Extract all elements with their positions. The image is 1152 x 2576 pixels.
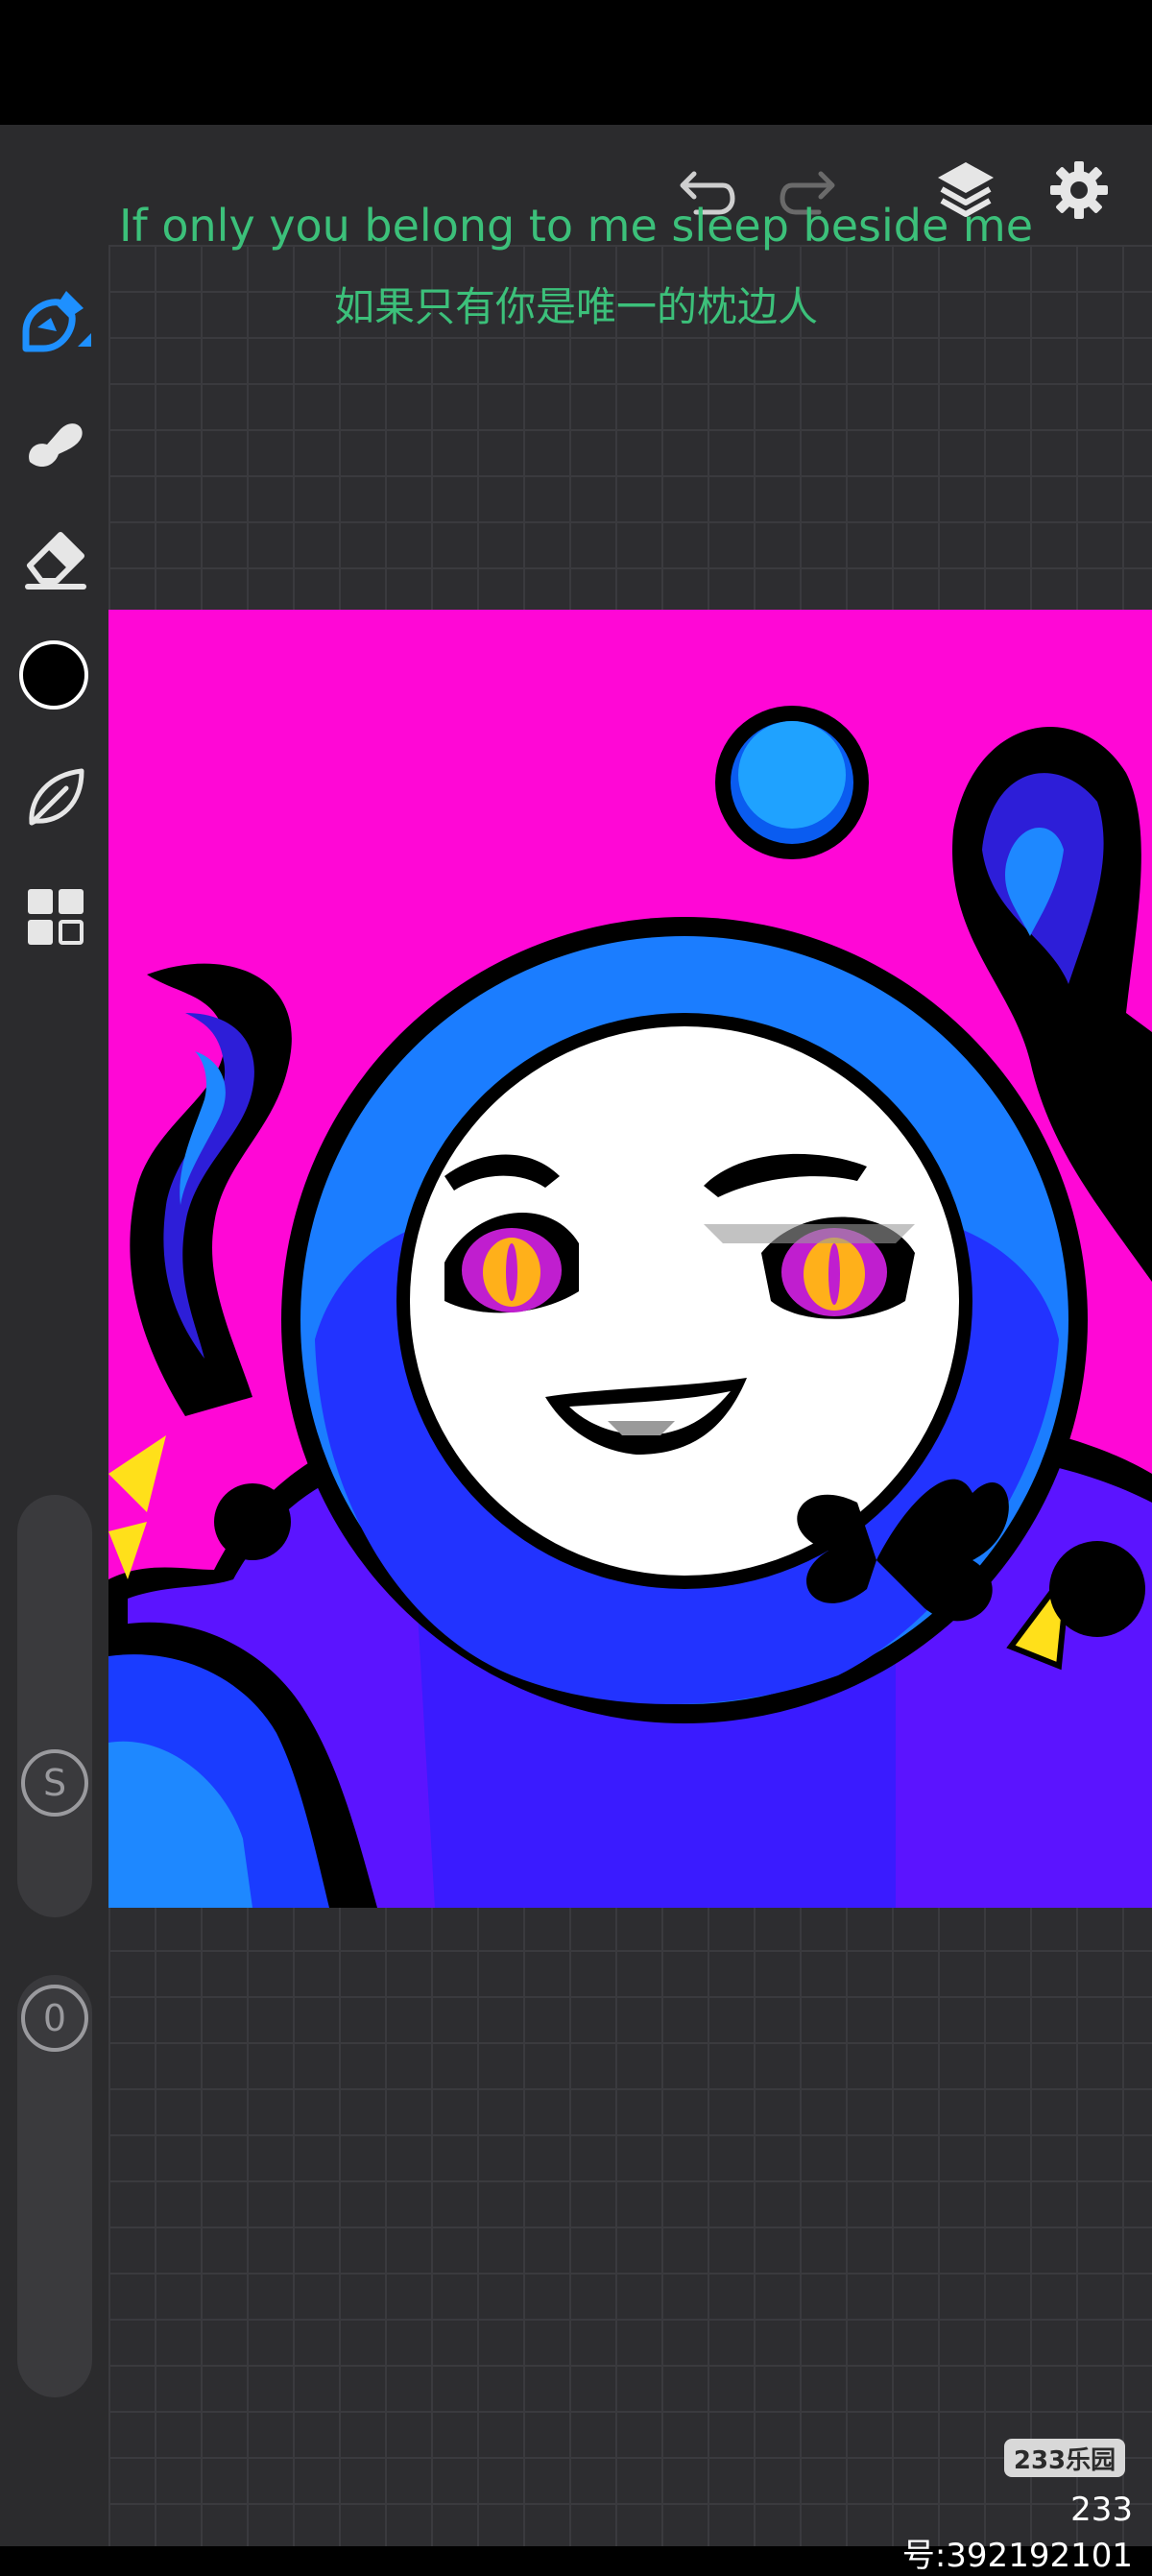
brush-size-slider[interactable] bbox=[17, 1495, 92, 1917]
tool-sidebar: S 0 bbox=[0, 125, 108, 2546]
eraser-icon[interactable] bbox=[17, 520, 94, 597]
character-illustration bbox=[108, 706, 1152, 1908]
brush-size-knob[interactable]: S bbox=[21, 1749, 88, 1817]
leaf-icon[interactable] bbox=[17, 758, 94, 835]
drawing-app: If only you belong to me sleep beside me… bbox=[0, 125, 1152, 2546]
watermark-logo: 233乐园 bbox=[1004, 2439, 1125, 2477]
watermark-id: 233号:392192101 bbox=[901, 2491, 1133, 2575]
grid-icon[interactable] bbox=[17, 879, 94, 955]
color-swatch[interactable] bbox=[17, 638, 90, 711]
pen-icon[interactable] bbox=[13, 280, 96, 363]
size-knob-label: S bbox=[42, 1762, 67, 1804]
smudge-icon[interactable] bbox=[17, 403, 94, 480]
lyric-english: If only you belong to me sleep beside me bbox=[118, 200, 1034, 252]
lyric-chinese: 如果只有你是唯一的枕边人 bbox=[333, 283, 818, 330]
artwork-canvas[interactable] bbox=[108, 610, 1152, 1908]
opacity-knob[interactable]: 0 bbox=[21, 1985, 88, 2052]
opacity-knob-label: 0 bbox=[42, 1997, 67, 2039]
